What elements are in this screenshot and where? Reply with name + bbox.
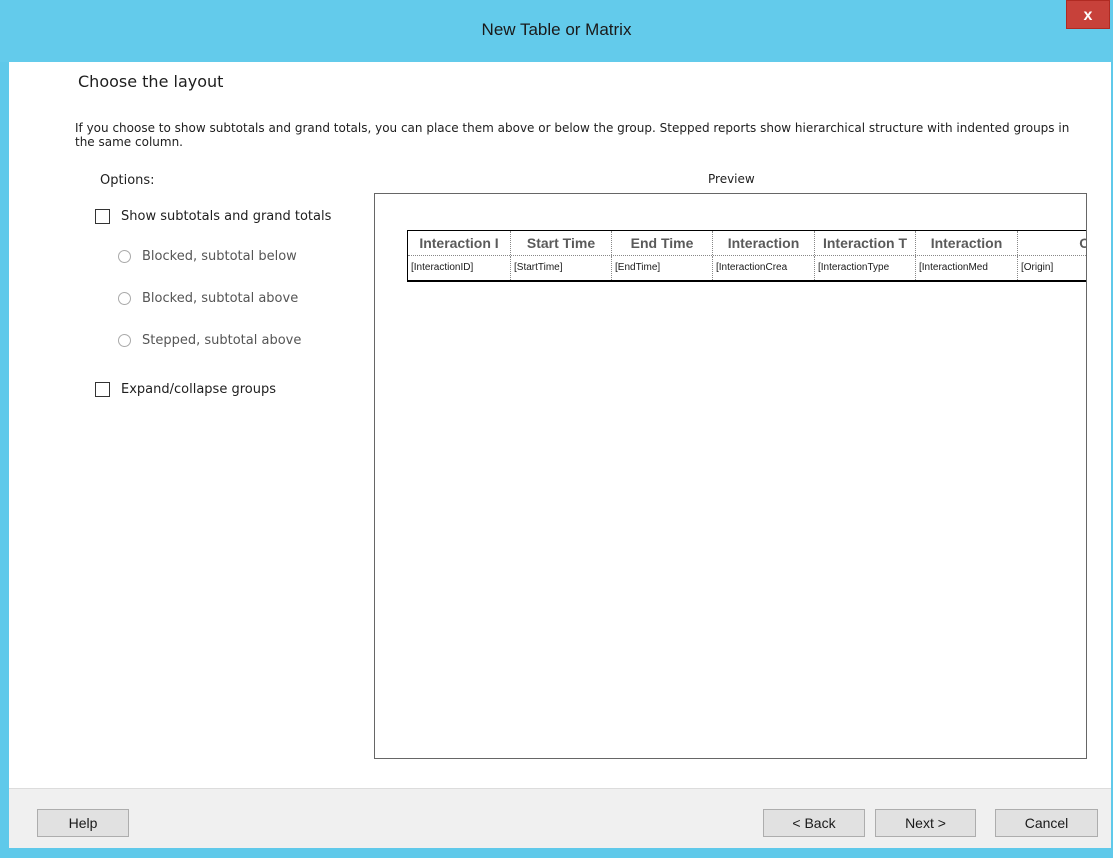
preview-pane: Interaction I Start Time End Time Intera… (374, 193, 1087, 759)
preview-header-cell: Interaction T (815, 231, 916, 255)
preview-cell: [Origin] (1021, 262, 1054, 273)
help-button[interactable]: Help (37, 809, 129, 837)
title-bar: New Table or Matrix x (0, 0, 1113, 62)
radio-circle[interactable] (118, 292, 131, 305)
expand-collapse-checkbox[interactable] (95, 382, 110, 397)
page-description: If you choose to show subtotals and gran… (75, 121, 1070, 149)
preview-cell: [EndTime] (612, 256, 713, 280)
window-title: New Table or Matrix (481, 20, 632, 39)
preview-cell: [InteractionType (815, 256, 916, 280)
expand-collapse-label: Expand/collapse groups (121, 382, 276, 397)
next-button[interactable]: Next > (875, 809, 976, 837)
preview-cell: [InteractionID] (408, 256, 511, 280)
preview-header-cell: Interaction (713, 231, 815, 255)
radio-blocked-below[interactable]: Blocked, subtotal below (118, 249, 297, 264)
preview-data-row: [InteractionID] [StartTime] [EndTime] [I… (408, 255, 1086, 280)
show-totals-checkbox[interactable] (95, 209, 110, 224)
preview-header-row: Interaction I Start Time End Time Intera… (408, 231, 1086, 255)
radio-blocked-above[interactable]: Blocked, subtotal above (118, 291, 298, 306)
preview-cell: [InteractionMed (916, 256, 1018, 280)
preview-cell: [InteractionCrea (713, 256, 815, 280)
close-button[interactable]: x (1066, 0, 1110, 29)
cancel-button[interactable]: Cancel (995, 809, 1098, 837)
radio-label: Stepped, subtotal above (142, 333, 302, 348)
show-totals-label: Show subtotals and grand totals (121, 209, 332, 224)
preview-header-cell: Interaction (916, 231, 1018, 255)
show-totals-option[interactable]: Show subtotals and grand totals (95, 209, 331, 224)
preview-header-cell: End Time (612, 231, 713, 255)
preview-header-cell: Orig (1018, 231, 1086, 255)
preview-cell: [StartTime] (511, 256, 612, 280)
radio-stepped-above[interactable]: Stepped, subtotal above (118, 333, 301, 348)
page-title: Choose the layout (78, 72, 224, 91)
expand-collapse-option[interactable]: Expand/collapse groups (95, 382, 276, 397)
preview-table: Interaction I Start Time End Time Intera… (407, 230, 1086, 282)
back-button[interactable]: < Back (763, 809, 865, 837)
radio-circle[interactable] (118, 250, 131, 263)
preview-header-cell: Start Time (511, 231, 612, 255)
dialog-window: New Table or Matrix x Choose the layout … (0, 0, 1113, 858)
options-label: Options: (100, 173, 155, 188)
button-bar: Help < Back Next > Cancel (9, 788, 1111, 848)
preview-header-cell: Interaction I (408, 231, 511, 255)
close-icon: x (1083, 7, 1093, 24)
radio-circle[interactable] (118, 334, 131, 347)
radio-label: Blocked, subtotal above (142, 291, 299, 306)
preview-label: Preview (708, 172, 755, 186)
radio-label: Blocked, subtotal below (142, 249, 297, 264)
dialog-content: Choose the layout If you choose to show … (9, 62, 1111, 788)
